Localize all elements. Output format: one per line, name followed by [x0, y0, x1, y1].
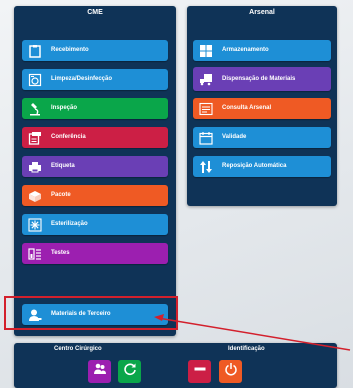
materiais-de-terceiro-button[interactable]: Materiais de Terceiro [22, 304, 168, 325]
minus-button[interactable] [188, 360, 211, 383]
recebimento-button[interactable]: Recebimento [22, 40, 168, 61]
validade-label: Validade [222, 134, 247, 140]
limpeza-desinfeccao-label: Limpeza/Desinfecção [51, 76, 113, 82]
testes-button[interactable]: Testes [22, 243, 168, 264]
test-tubes-icon [28, 247, 42, 261]
footer-panel: Centro Cirúrgico Identificação [14, 343, 337, 388]
armazenamento-button[interactable]: Armazenamento [193, 40, 331, 61]
conferencia-label: Conferência [51, 134, 86, 140]
etiqueta-label: Etiqueta [51, 163, 75, 169]
pacote-button[interactable]: Pacote [22, 185, 168, 206]
inspecao-button[interactable]: Inspeção [22, 98, 168, 119]
recebimento-label: Recebimento [51, 47, 89, 53]
identificacao-label: Identificação [228, 346, 265, 352]
materiais-de-terceiro-label: Materiais de Terceiro [51, 311, 111, 317]
centro-cirurgico-label: Centro Cirúrgico [54, 346, 102, 352]
truck-box-icon [199, 72, 213, 86]
users-button[interactable] [88, 360, 111, 383]
dispensacao-de-materiais-label: Dispensação de Materiais [222, 75, 296, 82]
dispensacao-de-materiais-button[interactable]: Dispensação de Materiais [193, 67, 331, 91]
list-search-icon [199, 102, 213, 116]
reposicao-automatica-label: Reposição Automática [222, 163, 287, 169]
consulta-arsenal-button[interactable]: Consulta Arsenal [193, 98, 331, 119]
clipboard-icon [28, 44, 42, 58]
inspecao-label: Inspeção [51, 105, 78, 111]
arsenal-title: Arsenal [249, 9, 275, 16]
armazenamento-label: Armazenamento [222, 47, 269, 53]
testes-label: Testes [51, 250, 70, 256]
user-icon [28, 308, 42, 322]
esterilizacao-button[interactable]: Esterilização [22, 214, 168, 235]
users-icon [93, 362, 107, 381]
esterilizacao-label: Esterilização [51, 221, 88, 227]
arsenal-panel: Arsenal Armazenamento Dispensação de Mat… [187, 6, 337, 206]
snowflake-icon [28, 217, 42, 232]
sort-arrows-icon [199, 160, 213, 174]
package-icon [28, 189, 42, 203]
limpeza-desinfeccao-button[interactable]: Limpeza/Desinfecção [22, 69, 168, 90]
power-icon [224, 362, 238, 381]
cme-panel: CME Recebimento Limpeza/Desinfecção Insp… [14, 6, 176, 336]
power-button[interactable] [219, 360, 242, 383]
printer-icon [28, 160, 42, 174]
etiqueta-button[interactable]: Etiqueta [22, 156, 168, 177]
cme-title: CME [87, 9, 103, 16]
pacote-label: Pacote [51, 192, 71, 198]
refresh-button[interactable] [118, 360, 141, 383]
conferencia-button[interactable]: Conferência [22, 127, 168, 148]
minus-icon [193, 362, 207, 381]
validade-button[interactable]: Validade [193, 127, 331, 148]
checklist-icon [28, 131, 42, 145]
calendar-icon [199, 131, 213, 145]
refresh-icon [123, 362, 137, 381]
grid-storage-icon [199, 44, 213, 58]
reposicao-automatica-button[interactable]: Reposição Automática [193, 156, 331, 177]
washer-icon [28, 73, 42, 87]
microscope-icon [28, 102, 42, 116]
consulta-arsenal-label: Consulta Arsenal [222, 105, 272, 111]
